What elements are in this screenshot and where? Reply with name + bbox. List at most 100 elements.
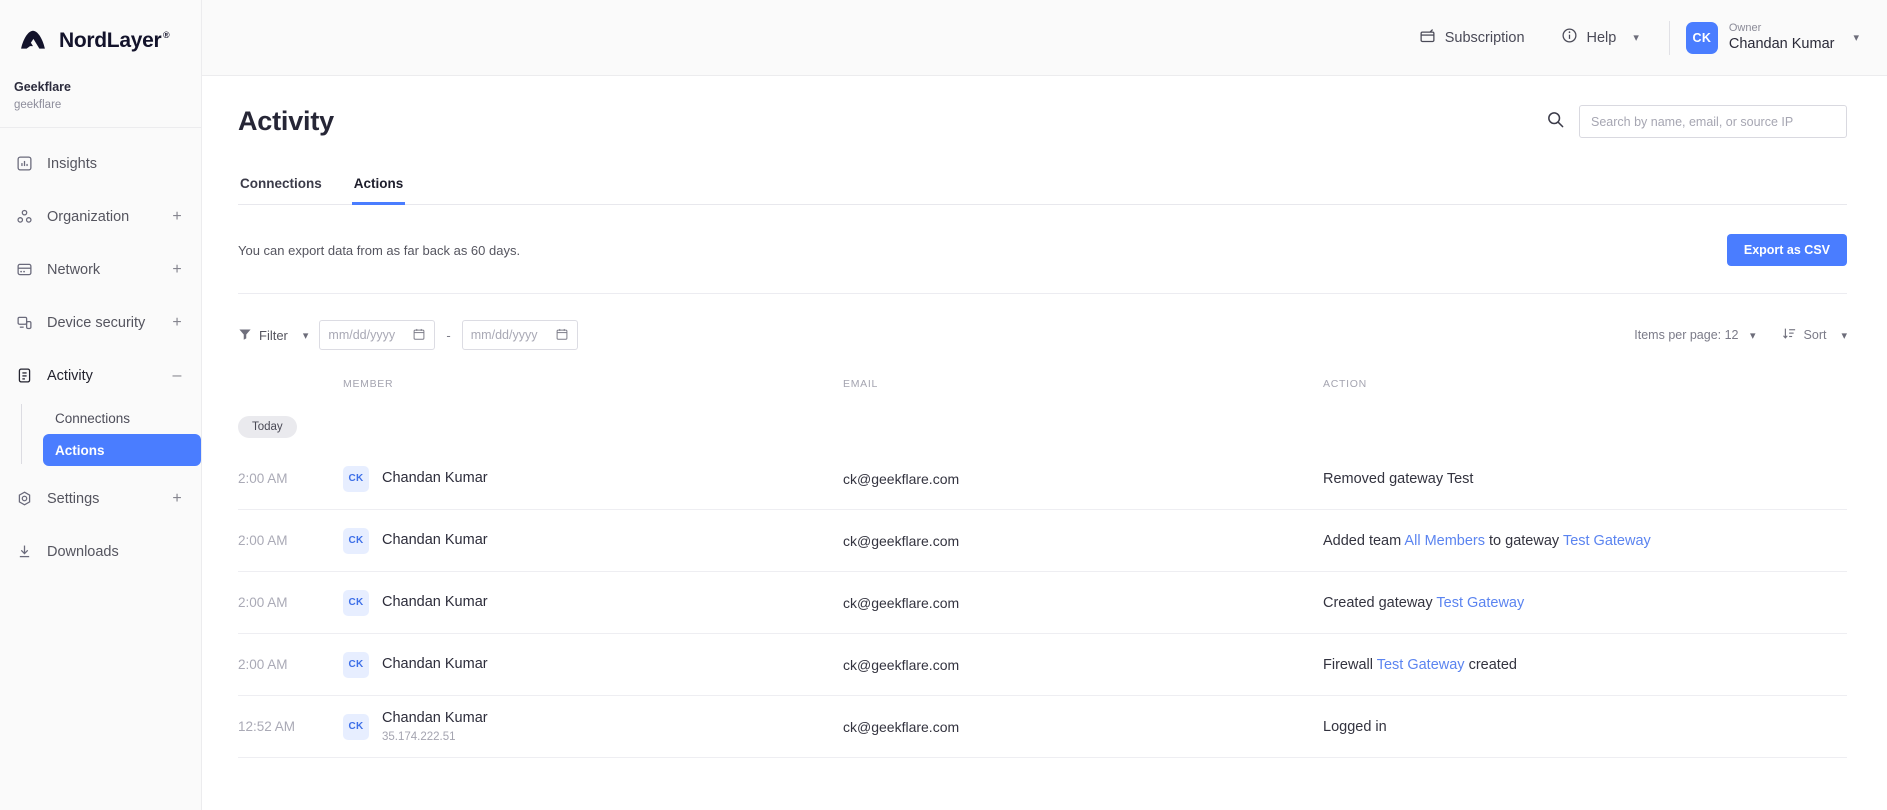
action-link[interactable]: Test Gateway <box>1563 533 1651 549</box>
cell-email: ck@geekflare.com <box>843 656 960 673</box>
group-label-wrap: Today <box>238 396 1847 448</box>
cell-time: 2:00 AM <box>238 657 288 672</box>
cell-time: 12:52 AM <box>238 719 296 734</box>
sidebar-item-label: Settings <box>47 490 100 507</box>
tab-connections[interactable]: Connections <box>238 176 324 205</box>
sort-button[interactable]: Sort ▾ <box>1782 326 1847 344</box>
expander[interactable]: + <box>171 261 183 278</box>
chevron-down-icon: ▾ <box>1841 329 1847 342</box>
action-link[interactable]: Test Gateway <box>1377 657 1465 673</box>
main-area: Subscription Help ▾ CK Owner Chandan Kum… <box>202 0 1887 810</box>
expander[interactable]: + <box>171 208 183 225</box>
sidebar-item-settings[interactable]: Settings + <box>0 472 201 525</box>
action-text: created <box>1464 656 1517 673</box>
user-name: Chandan Kumar <box>1728 36 1835 52</box>
activity-icon <box>14 367 35 384</box>
export-row: You can export data from as far back as … <box>238 205 1847 294</box>
cell-member: CK Chandan Kumar 35.174.222.51 <box>343 709 843 745</box>
avatar: CK <box>343 465 369 492</box>
date-to-placeholder: mm/dd/yyyy <box>470 328 538 342</box>
member-name: Chandan Kumar <box>382 656 488 672</box>
action-text: Created gateway <box>1323 594 1437 611</box>
member-name: Chandan Kumar <box>382 709 488 726</box>
member-name: Chandan Kumar <box>382 594 488 610</box>
cell-action: Logged in <box>1323 719 1847 735</box>
date-group-badge: Today <box>238 416 297 438</box>
cell-action: Removed gateway Test <box>1323 471 1847 487</box>
cell-action: Created gateway Test Gateway <box>1323 595 1847 611</box>
page-title: Activity <box>238 106 334 136</box>
brand-logo[interactable]: NordLayer ® <box>0 0 201 58</box>
expander[interactable]: + <box>171 314 183 331</box>
action-link[interactable]: All Members <box>1404 533 1485 549</box>
cell-action: Added team All Members to gateway Test G… <box>1323 533 1847 549</box>
date-to-input[interactable]: mm/dd/yyyy <box>461 320 578 350</box>
chevron-down-icon: ▾ <box>302 329 309 342</box>
tab-actions[interactable]: Actions <box>351 176 406 205</box>
table-row[interactable]: 2:00 AM CK Chandan Kumar ck@geekflare.com Fi… <box>238 634 1847 696</box>
sidebar-item-label: Organization <box>47 208 130 225</box>
top-bar: Subscription Help ▾ CK Owner Chandan Kum… <box>202 0 1887 76</box>
help-icon <box>1561 27 1578 48</box>
org-block[interactable]: Geekflare geekflare <box>0 58 201 128</box>
divider <box>1668 20 1670 55</box>
cell-member: CK Chandan Kumar <box>343 527 843 554</box>
avatar: CK <box>343 713 369 740</box>
chevron-down-icon: ▾ <box>1853 32 1859 44</box>
expander[interactable]: + <box>171 490 183 507</box>
cell-member: CK Chandan Kumar <box>343 589 843 616</box>
search-box[interactable] <box>1579 105 1847 138</box>
column-header-email: EMAIL <box>843 378 879 390</box>
table-row[interactable]: 2:00 AM CK Chandan Kumar ck@geekflare.com Ad… <box>238 510 1847 572</box>
sidebar-item-organization[interactable]: Organization + <box>0 190 201 243</box>
table-row[interactable]: 2:00 AM CK Chandan Kumar ck@geekflare.com Re… <box>238 448 1847 510</box>
items-per-page-select[interactable]: Items per page: 12 ▾ <box>1634 328 1755 342</box>
user-role: Owner <box>1728 22 1762 34</box>
sidebar-item-label: Insights <box>47 155 97 172</box>
member-name: Chandan Kumar <box>382 470 488 486</box>
user-menu[interactable]: CK Owner Chandan Kumar ▾ <box>1685 21 1859 54</box>
table-row[interactable]: 2:00 AM CK Chandan Kumar ck@geekflare.com Cr… <box>238 572 1847 634</box>
filter-label: Filter <box>259 327 288 343</box>
range-separator: - <box>446 327 451 343</box>
filter-button[interactable]: Filter ▾ <box>238 327 308 344</box>
export-csv-button[interactable]: Export as CSV <box>1726 234 1847 266</box>
cell-email: ck@geekflare.com <box>843 718 960 735</box>
tab-label: Connections <box>240 176 322 191</box>
action-text: Added team <box>1323 532 1405 549</box>
sidebar-item-network[interactable]: Network + <box>0 243 201 296</box>
avatar: CK <box>343 651 369 678</box>
subscription-button[interactable]: Subscription <box>1401 27 1543 48</box>
action-text: Logged in <box>1323 718 1387 735</box>
table-row[interactable]: 12:52 AM CK Chandan Kumar 35.174.222.51 ck@g… <box>238 696 1847 758</box>
sidebar-item-insights[interactable]: Insights <box>0 137 201 190</box>
sidebar-item-label: Downloads <box>47 543 119 560</box>
avatar: CK <box>343 527 369 554</box>
sidebar-item-connections[interactable]: Connections <box>43 402 201 434</box>
chevron-down-icon: ▾ <box>1633 32 1639 44</box>
date-from-input[interactable]: mm/dd/yyyy <box>319 320 436 350</box>
sidebar: NordLayer® Geekflare geekflare Insights <box>0 0 202 810</box>
sidebar-item-activity[interactable]: Activity – <box>0 349 201 402</box>
action-text: Removed gateway Test <box>1323 470 1474 487</box>
avatar: CK <box>343 589 369 616</box>
sidebar-item-device-security[interactable]: Device security + <box>0 296 201 349</box>
calendar-icon[interactable] <box>412 327 426 344</box>
search-area <box>1546 105 1847 138</box>
cell-time: 2:00 AM <box>238 471 288 486</box>
cell-time: 2:00 AM <box>238 533 288 548</box>
trademark-symbol: ® <box>163 30 170 40</box>
action-link[interactable]: Test Gateway <box>1436 595 1524 611</box>
search-input[interactable] <box>1591 114 1835 129</box>
sidebar-item-label: Network <box>47 261 101 278</box>
calendar-icon[interactable] <box>555 327 569 344</box>
expander[interactable]: – <box>171 367 183 384</box>
help-button[interactable]: Help ▾ <box>1543 27 1657 48</box>
cell-email: ck@geekflare.com <box>843 470 960 487</box>
org-slug: geekflare <box>14 99 62 111</box>
help-label: Help <box>1586 29 1617 46</box>
items-per-page-label: Items per page: 12 <box>1634 328 1739 342</box>
search-icon[interactable] <box>1546 110 1565 134</box>
sidebar-item-actions[interactable]: Actions <box>43 434 201 466</box>
sidebar-item-downloads[interactable]: Downloads <box>0 525 201 578</box>
